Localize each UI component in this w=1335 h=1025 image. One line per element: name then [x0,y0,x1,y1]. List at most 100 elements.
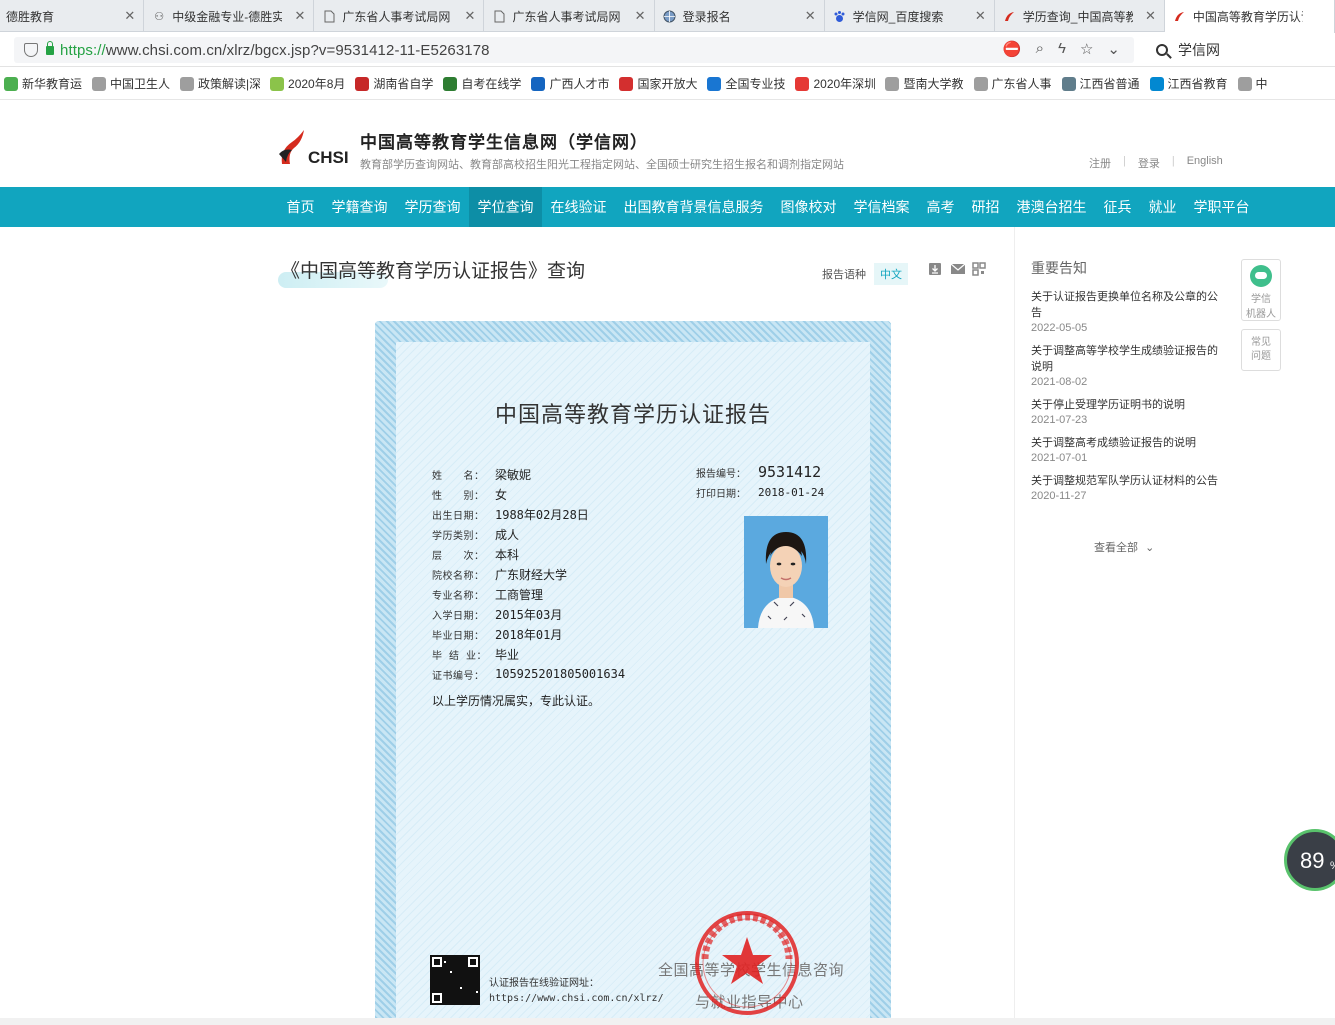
browser-tab[interactable]: 学历查询_中国高等教 ✕ [995,0,1165,32]
lightning-icon[interactable]: ϟ [1058,40,1066,58]
nav-item[interactable]: 高考 [918,187,963,227]
close-icon[interactable]: ✕ [465,8,476,24]
bookmark-item[interactable]: 中 [1237,75,1268,92]
browser-tab[interactable]: 德胜教育 ✕ [0,0,145,32]
certificate-fields: 姓 名： 梁敏妮性 别： 女出生日期： 1988年02月28日 学历类别： 成人层 次： 本… [432,464,625,684]
block-icon[interactable]: ⛔ [1003,40,1022,58]
horizontal-scrollbar[interactable] [0,1018,1335,1025]
close-icon[interactable]: ✕ [975,8,986,24]
bookmark-icon [973,76,988,91]
bookmark-item[interactable]: 湖南省自学 [355,75,433,92]
notice-item[interactable]: 关于停止受理学历证明书的说明 2021-07-23 [1031,397,1225,426]
browser-tab[interactable]: 学信网_百度搜索 ✕ [825,0,995,32]
bookmark-item[interactable]: 自考在线学 [443,75,521,92]
field-key: 出生日期： [432,510,485,522]
bookmark-item[interactable]: 中国卫生人 [92,75,170,92]
chsi-logo-icon [1003,9,1017,23]
bookmark-item[interactable]: 国家开放大 [619,75,697,92]
print-date: 2018-01-24 [758,485,825,499]
tab-label: 广东省人事考试局网 [512,9,621,24]
download-icon[interactable] [928,262,942,276]
bookmark-item[interactable]: 广东省人事 [973,75,1052,92]
notice-date: 2020-11-27 [1031,490,1087,502]
faq-button[interactable]: 常见 问题 [1241,329,1281,371]
zoom-icon[interactable]: ⌕ [1036,40,1044,58]
notice-title: 关于调整规范军队学历认证材料的公告 [1031,475,1218,487]
tab-label: 学信网_百度搜索 [852,9,944,24]
star-icon[interactable]: ☆ [1080,40,1093,58]
english-link[interactable]: English [1187,155,1223,171]
site-subtitle: 教育部学历查询网站、教育部高校招生阳光工程指定网站、全国硕士研究生招生报名和调剂… [360,159,844,171]
bookmark-icon [443,76,458,91]
close-icon[interactable]: ✕ [635,8,646,24]
bookmark-item[interactable]: 江西省普通 [1061,75,1140,92]
close-icon[interactable]: ✕ [1145,8,1156,24]
certificate-field-row: 层 次： 本科 [432,544,625,564]
certificate-title: 中国高等教育学历认证报告 [494,403,771,428]
email-icon[interactable] [950,262,966,276]
chevron-down-icon[interactable]: ⌄ [1107,40,1120,58]
language-badge[interactable]: 中文 [874,263,908,285]
field-key: 学历类别： [432,530,485,542]
close-icon[interactable]: ✕ [805,8,816,24]
notice-list: 关于认证报告更换单位名称及公章的公告 2022-05-05 关于调整高等学校学生成绩… [1031,289,1225,511]
view-all-link[interactable]: 查看全部 ⌄ [1094,539,1154,555]
bookmark-icon [1061,76,1076,91]
nav-item[interactable]: 图像校对 [772,187,845,227]
register-link[interactable]: 注册 [1089,155,1111,171]
speed-widget[interactable]: 89 % [1284,829,1335,891]
url-input[interactable]: https://www.chsi.com.cn/xlrz/bgcx.jsp?v=… [14,37,1134,63]
browser-tab[interactable]: 广东省人事考试局网 ✕ [314,0,485,32]
bookmark-item[interactable]: 江西省教育 [1149,75,1228,92]
bookmark-item[interactable]: 暨南大学教 [885,75,964,92]
bookmark-item[interactable]: 全国专业技 [707,75,785,92]
nav-item[interactable]: 学籍查询 [323,187,396,227]
nav-item[interactable]: 征兵 [1095,187,1140,227]
nav-item[interactable]: 学职平台 [1185,187,1258,227]
verification-qrcode[interactable] [430,955,480,1005]
notice-item[interactable]: 关于认证报告更换单位名称及公章的公告 2022-05-05 [1031,289,1225,334]
nav-item[interactable]: 在线验证 [542,187,615,227]
nav-item[interactable]: 首页 [278,187,323,227]
chat-robot-button[interactable]: 学信 机器人 [1241,259,1281,321]
bookmark-item[interactable]: 政策解读|深 [180,75,260,92]
browser-tab[interactable]: ⚇ 中级金融专业-德胜实 ✕ [144,0,315,32]
bookmark-item[interactable]: 2020年深圳 [795,75,875,92]
browser-tab[interactable]: 登录报名 ✕ [655,0,825,32]
notice-item[interactable]: 关于调整高考成绩验证报告的说明 2021-07-01 [1031,435,1225,464]
bookmark-item[interactable]: 广西人才市 [531,75,609,92]
browser-tab[interactable]: 广东省人事考试局网 ✕ [484,0,655,32]
tab-label: 德胜教育 [6,9,55,24]
close-icon[interactable]: ✕ [124,8,135,24]
notice-item[interactable]: 关于调整规范军队学历认证材料的公告 2020-11-27 [1031,473,1225,502]
site-title: 中国高等教育学生信息网（学信网） [360,133,648,152]
address-bar: https://www.chsi.com.cn/xlrz/bgcx.jsp?v=… [0,33,1335,67]
field-value: 毕业 [495,647,520,662]
field-key: 院校名称： [432,570,485,582]
bookmark-icon [1149,76,1164,91]
notice-item[interactable]: 关于调整高等学校学生成绩验证报告的说明 2021-08-02 [1031,343,1225,388]
nav-item[interactable]: 出国教育背景信息服务 [615,187,772,227]
bookmark-icon [180,76,195,91]
search-input[interactable]: 学信网 [1146,37,1335,63]
shield-icon[interactable] [24,43,38,57]
nav-item[interactable]: 学历查询 [396,187,469,227]
field-key: 层 次： [432,550,485,562]
nav-item[interactable]: 研招 [963,187,1008,227]
nav-item[interactable]: 学位查询 [469,187,542,227]
bookmark-item[interactable]: 2020年8月 [270,75,345,92]
tab-label: 广东省人事考试局网 [342,9,451,24]
bookmark-item[interactable]: 新华教育运 [4,75,82,92]
field-value: 105925201805001634 [495,667,626,681]
login-link[interactable]: 登录 [1138,155,1160,171]
close-icon[interactable]: ✕ [294,8,305,24]
nav-item[interactable]: 港澳台招生 [1008,187,1095,227]
nav-item[interactable]: 就业 [1140,187,1185,227]
field-value: 广东财经大学 [495,567,568,582]
certificate-field-row: 院校名称： 广东财经大学 [432,564,625,584]
bookmark-icon [531,76,546,91]
chevron-down-icon: ⌄ [1145,542,1155,554]
nav-item[interactable]: 学信档案 [845,187,918,227]
browser-tab-active[interactable]: 中国高等教育学历认证 [1164,0,1335,33]
qrcode-icon[interactable] [972,262,986,276]
